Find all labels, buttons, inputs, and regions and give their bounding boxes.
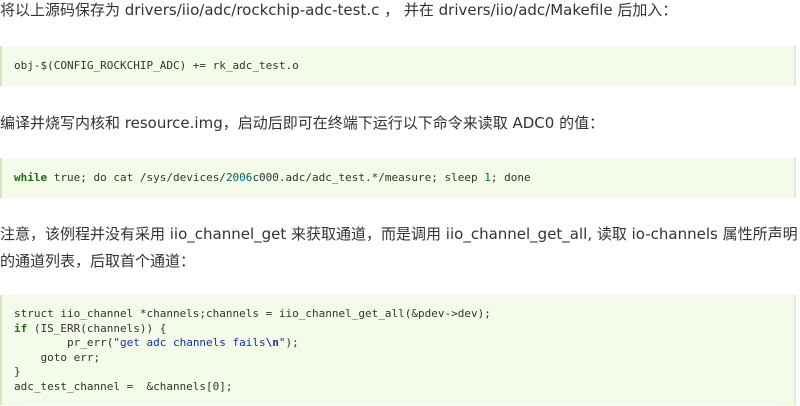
code-text: c000.adc/adc_test.*/measure; sleep	[252, 171, 485, 184]
code-text: );	[285, 336, 299, 349]
code-line: struct iio_channel *channels;channels = …	[14, 307, 491, 320]
code-block-makefile: obj-$(CONFIG_ROCKCHIP_ADC) += rk_adc_tes…	[0, 46, 796, 86]
code-line: while true; do cat /sys/devices/2006c000…	[14, 171, 794, 186]
number-literal: 1	[484, 171, 491, 184]
code-line: obj-$(CONFIG_ROCKCHIP_ADC) += rk_adc_tes…	[14, 59, 299, 72]
number-literal: 2006	[225, 171, 253, 184]
string-literal: "	[278, 336, 286, 349]
code-block-c-source: struct iio_channel *channels;channels = …	[0, 295, 796, 405]
code-line: goto err;	[14, 350, 101, 364]
code-line: if (IS_ERR(channels)) {	[14, 322, 794, 337]
paragraph-note-channels: 注意，该例程并没有采用 iio_channel_get 来获取通道，而是调用 i…	[0, 225, 798, 270]
keyword-while: while	[14, 171, 48, 184]
keyword-if: if	[14, 321, 28, 335]
code-text: pr_err(	[14, 336, 114, 349]
document-page: 将以上源码保存为 drivers/iio/adc/rockchip-adc-te…	[0, 0, 800, 406]
code-line: }	[14, 365, 21, 378]
code-block-shell-command: while true; do cat /sys/devices/2006c000…	[0, 158, 796, 198]
code-text: (IS_ERR(channels)) {	[27, 321, 167, 335]
escape-sequence: \n	[265, 336, 279, 349]
paragraph-save-source: 将以上源码保存为 drivers/iio/adc/rockchip-adc-te…	[0, 1, 678, 19]
code-text: true; do cat /sys/devices/	[47, 171, 226, 184]
string-literal: "get adc channels fails	[113, 336, 266, 349]
paragraph-compile-flash: 编译并烧写内核和 resource.img，启动后即可在终端下运行以下命令来读取…	[0, 114, 605, 132]
code-text: ; done	[490, 171, 531, 184]
code-line: pr_err("get adc channels fails\n");	[14, 336, 794, 351]
code-line: adc_test_channel = &channels[0];	[14, 379, 233, 393]
